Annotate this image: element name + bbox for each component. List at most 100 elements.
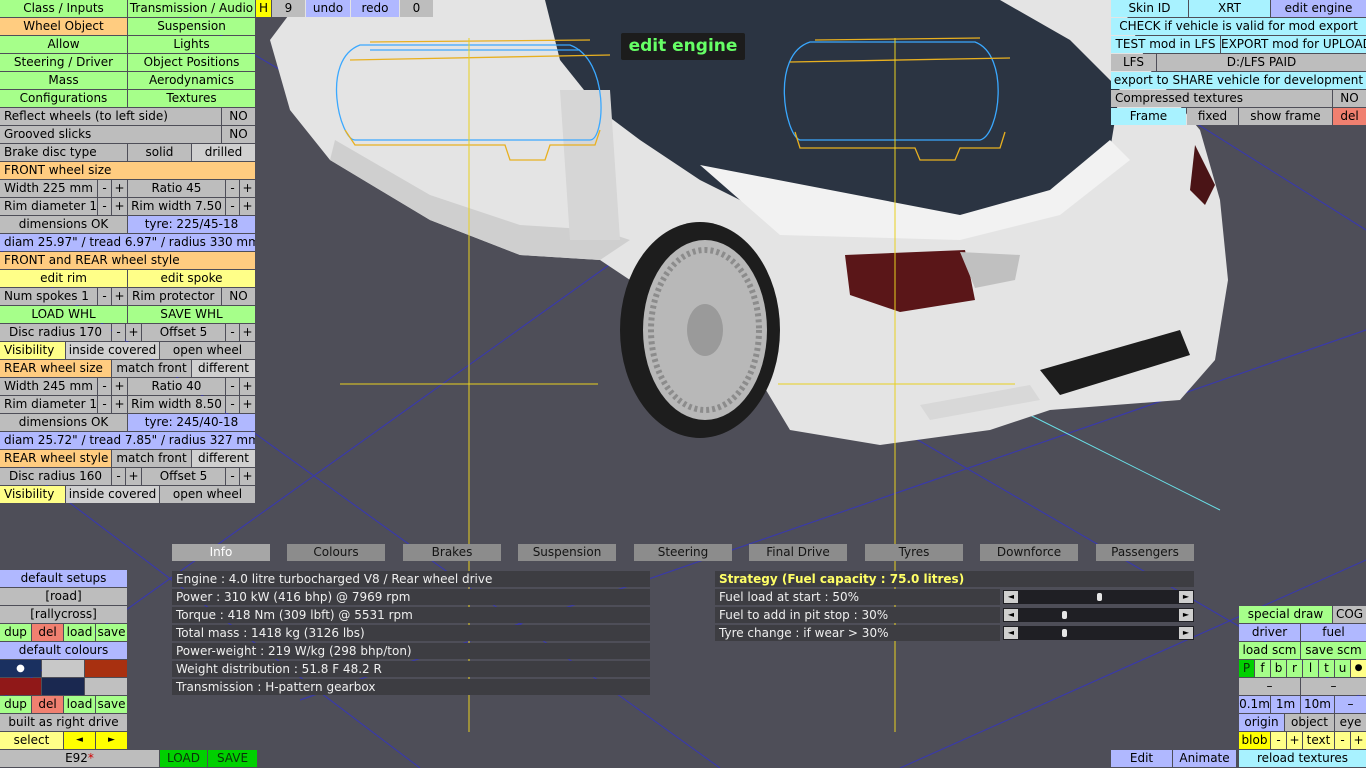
tab-info[interactable]: Info: [172, 544, 270, 561]
reflect-wheels-toggle[interactable]: NO: [222, 108, 255, 125]
front-rim-width-value[interactable]: Rim width 7.50: [128, 198, 225, 215]
view-p-toggle[interactable]: P: [1239, 660, 1254, 677]
xrt-button[interactable]: XRT: [1189, 0, 1270, 17]
front-disc-radius-plus[interactable]: +: [126, 324, 141, 341]
tyre-change-knob[interactable]: [1062, 629, 1067, 637]
fuel-button[interactable]: fuel: [1301, 624, 1366, 641]
rim-protector-toggle[interactable]: NO: [222, 288, 255, 305]
rear-offset-value[interactable]: Offset 5: [142, 468, 225, 485]
rear-rim-diameter-minus[interactable]: -: [98, 396, 111, 413]
save-vehicle-button[interactable]: SAVE: [208, 750, 257, 767]
front-rim-diameter-plus[interactable]: +: [112, 198, 127, 215]
step-10m-button[interactable]: 10m: [1301, 696, 1334, 713]
skin-id-button[interactable]: Skin ID: [1111, 0, 1188, 17]
brake-disc-solid[interactable]: solid: [128, 144, 191, 161]
h-button[interactable]: H: [256, 0, 271, 17]
blob-plus-button[interactable]: +: [1287, 732, 1302, 749]
select-prev-button[interactable]: ◄: [64, 732, 95, 749]
check-valid-button[interactable]: CHECK if vehicle is valid for mod export: [1111, 18, 1366, 35]
rear-offset-minus[interactable]: -: [226, 468, 239, 485]
rear-ratio-value[interactable]: Ratio 40: [128, 378, 225, 395]
menu-aerodynamics[interactable]: Aerodynamics: [128, 72, 255, 89]
class-inputs-button[interactable]: Class / Inputs: [0, 0, 127, 17]
fuel-pit-knob[interactable]: [1062, 611, 1067, 619]
edit-mode-button[interactable]: Edit: [1111, 750, 1172, 767]
tab-colours[interactable]: Colours: [287, 544, 385, 561]
origin-button[interactable]: origin: [1239, 714, 1284, 731]
menu-object-positions[interactable]: Object Positions: [128, 54, 255, 71]
setup-rallycross[interactable]: [rallycross]: [0, 606, 127, 623]
setup-dup-button[interactable]: dup: [0, 624, 31, 641]
menu-textures[interactable]: Textures: [128, 90, 255, 107]
rear-rim-diameter-value[interactable]: Rim diameter 18: [0, 396, 97, 413]
colour-swatch-1[interactable]: ●: [0, 660, 41, 677]
rear-width-minus[interactable]: -: [98, 378, 111, 395]
brake-disc-drilled[interactable]: drilled: [192, 144, 255, 161]
view-u-toggle[interactable]: u: [1335, 660, 1350, 677]
step-minus-button[interactable]: –: [1335, 696, 1366, 713]
text-minus-button[interactable]: -: [1335, 732, 1350, 749]
animate-mode-button[interactable]: Animate: [1173, 750, 1236, 767]
colour-swatch-2[interactable]: [42, 660, 84, 677]
built-right-drive-toggle[interactable]: built as right drive: [0, 714, 127, 731]
load-scm-button[interactable]: load scm: [1239, 642, 1300, 659]
export-mod-button[interactable]: EXPORT mod for UPLOAD: [1221, 36, 1366, 53]
zoom-minus-right[interactable]: –: [1301, 678, 1366, 695]
blob-minus-button[interactable]: -: [1271, 732, 1286, 749]
rear-style-different[interactable]: different: [192, 450, 255, 467]
zoom-minus-left[interactable]: –: [1239, 678, 1300, 695]
export-share-button[interactable]: export to SHARE vehicle for development: [1111, 72, 1366, 89]
fuel-start-slider[interactable]: ◄ ►: [1003, 590, 1194, 604]
num-spokes-minus[interactable]: -: [98, 288, 111, 305]
tyre-change-slider[interactable]: ◄ ►: [1003, 626, 1194, 640]
rear-ratio-plus[interactable]: +: [240, 378, 255, 395]
rear-disc-radius-minus[interactable]: -: [112, 468, 125, 485]
rear-rim-diameter-plus[interactable]: +: [112, 396, 127, 413]
reload-textures-button[interactable]: reload textures: [1239, 750, 1366, 767]
fuel-pit-slider[interactable]: ◄ ►: [1003, 608, 1194, 622]
view-r-toggle[interactable]: r: [1287, 660, 1302, 677]
front-ratio-plus[interactable]: +: [240, 180, 255, 197]
menu-steering-driver[interactable]: Steering / Driver: [0, 54, 127, 71]
front-offset-plus[interactable]: +: [240, 324, 255, 341]
view-f-toggle[interactable]: f: [1255, 660, 1270, 677]
menu-mass[interactable]: Mass: [0, 72, 127, 89]
load-whl-button[interactable]: LOAD WHL: [0, 306, 127, 323]
tab-suspension[interactable]: Suspension: [518, 544, 616, 561]
rear-rim-width-plus[interactable]: +: [240, 396, 255, 413]
rear-width-plus[interactable]: +: [112, 378, 127, 395]
front-width-minus[interactable]: -: [98, 180, 111, 197]
save-scm-button[interactable]: save scm: [1301, 642, 1366, 659]
edit-rim-button[interactable]: edit rim: [0, 270, 127, 287]
lfs-path-field[interactable]: D:/LFS PAID: [1157, 54, 1366, 71]
undo-button[interactable]: undo: [306, 0, 350, 17]
blob-button[interactable]: blob: [1239, 732, 1270, 749]
fuel-start-decrease[interactable]: ◄: [1004, 591, 1018, 603]
fuel-start-knob[interactable]: [1097, 593, 1102, 601]
menu-lights[interactable]: Lights: [128, 36, 255, 53]
rear-offset-plus[interactable]: +: [240, 468, 255, 485]
frame-fixed-option[interactable]: fixed: [1187, 108, 1238, 125]
front-offset-value[interactable]: Offset 5: [142, 324, 225, 341]
step-01m-button[interactable]: 0.1m: [1239, 696, 1270, 713]
front-disc-radius-minus[interactable]: -: [112, 324, 125, 341]
tab-final-drive[interactable]: Final Drive: [749, 544, 847, 561]
show-frame-button[interactable]: show frame: [1239, 108, 1332, 125]
eye-button[interactable]: eye: [1335, 714, 1366, 731]
load-vehicle-button[interactable]: LOAD: [160, 750, 207, 767]
edit-engine-button[interactable]: edit engine: [1271, 0, 1366, 17]
rear-width-value[interactable]: Width 245 mm: [0, 378, 97, 395]
fuel-pit-decrease[interactable]: ◄: [1004, 609, 1018, 621]
front-rim-width-plus[interactable]: +: [240, 198, 255, 215]
front-rim-width-minus[interactable]: -: [226, 198, 239, 215]
select-next-button[interactable]: ►: [96, 732, 127, 749]
front-rim-diameter-value[interactable]: Rim diameter 18: [0, 198, 97, 215]
tab-passengers[interactable]: Passengers: [1096, 544, 1194, 561]
special-draw-button[interactable]: special draw: [1239, 606, 1332, 623]
default-colours-button[interactable]: default colours: [0, 642, 127, 659]
colour-del-button[interactable]: del: [32, 696, 63, 713]
front-inside-covered-option[interactable]: inside covered: [66, 342, 159, 359]
setup-del-button[interactable]: del: [32, 624, 63, 641]
default-setups-button[interactable]: default setups: [0, 570, 127, 587]
rear-disc-radius-plus[interactable]: +: [126, 468, 141, 485]
